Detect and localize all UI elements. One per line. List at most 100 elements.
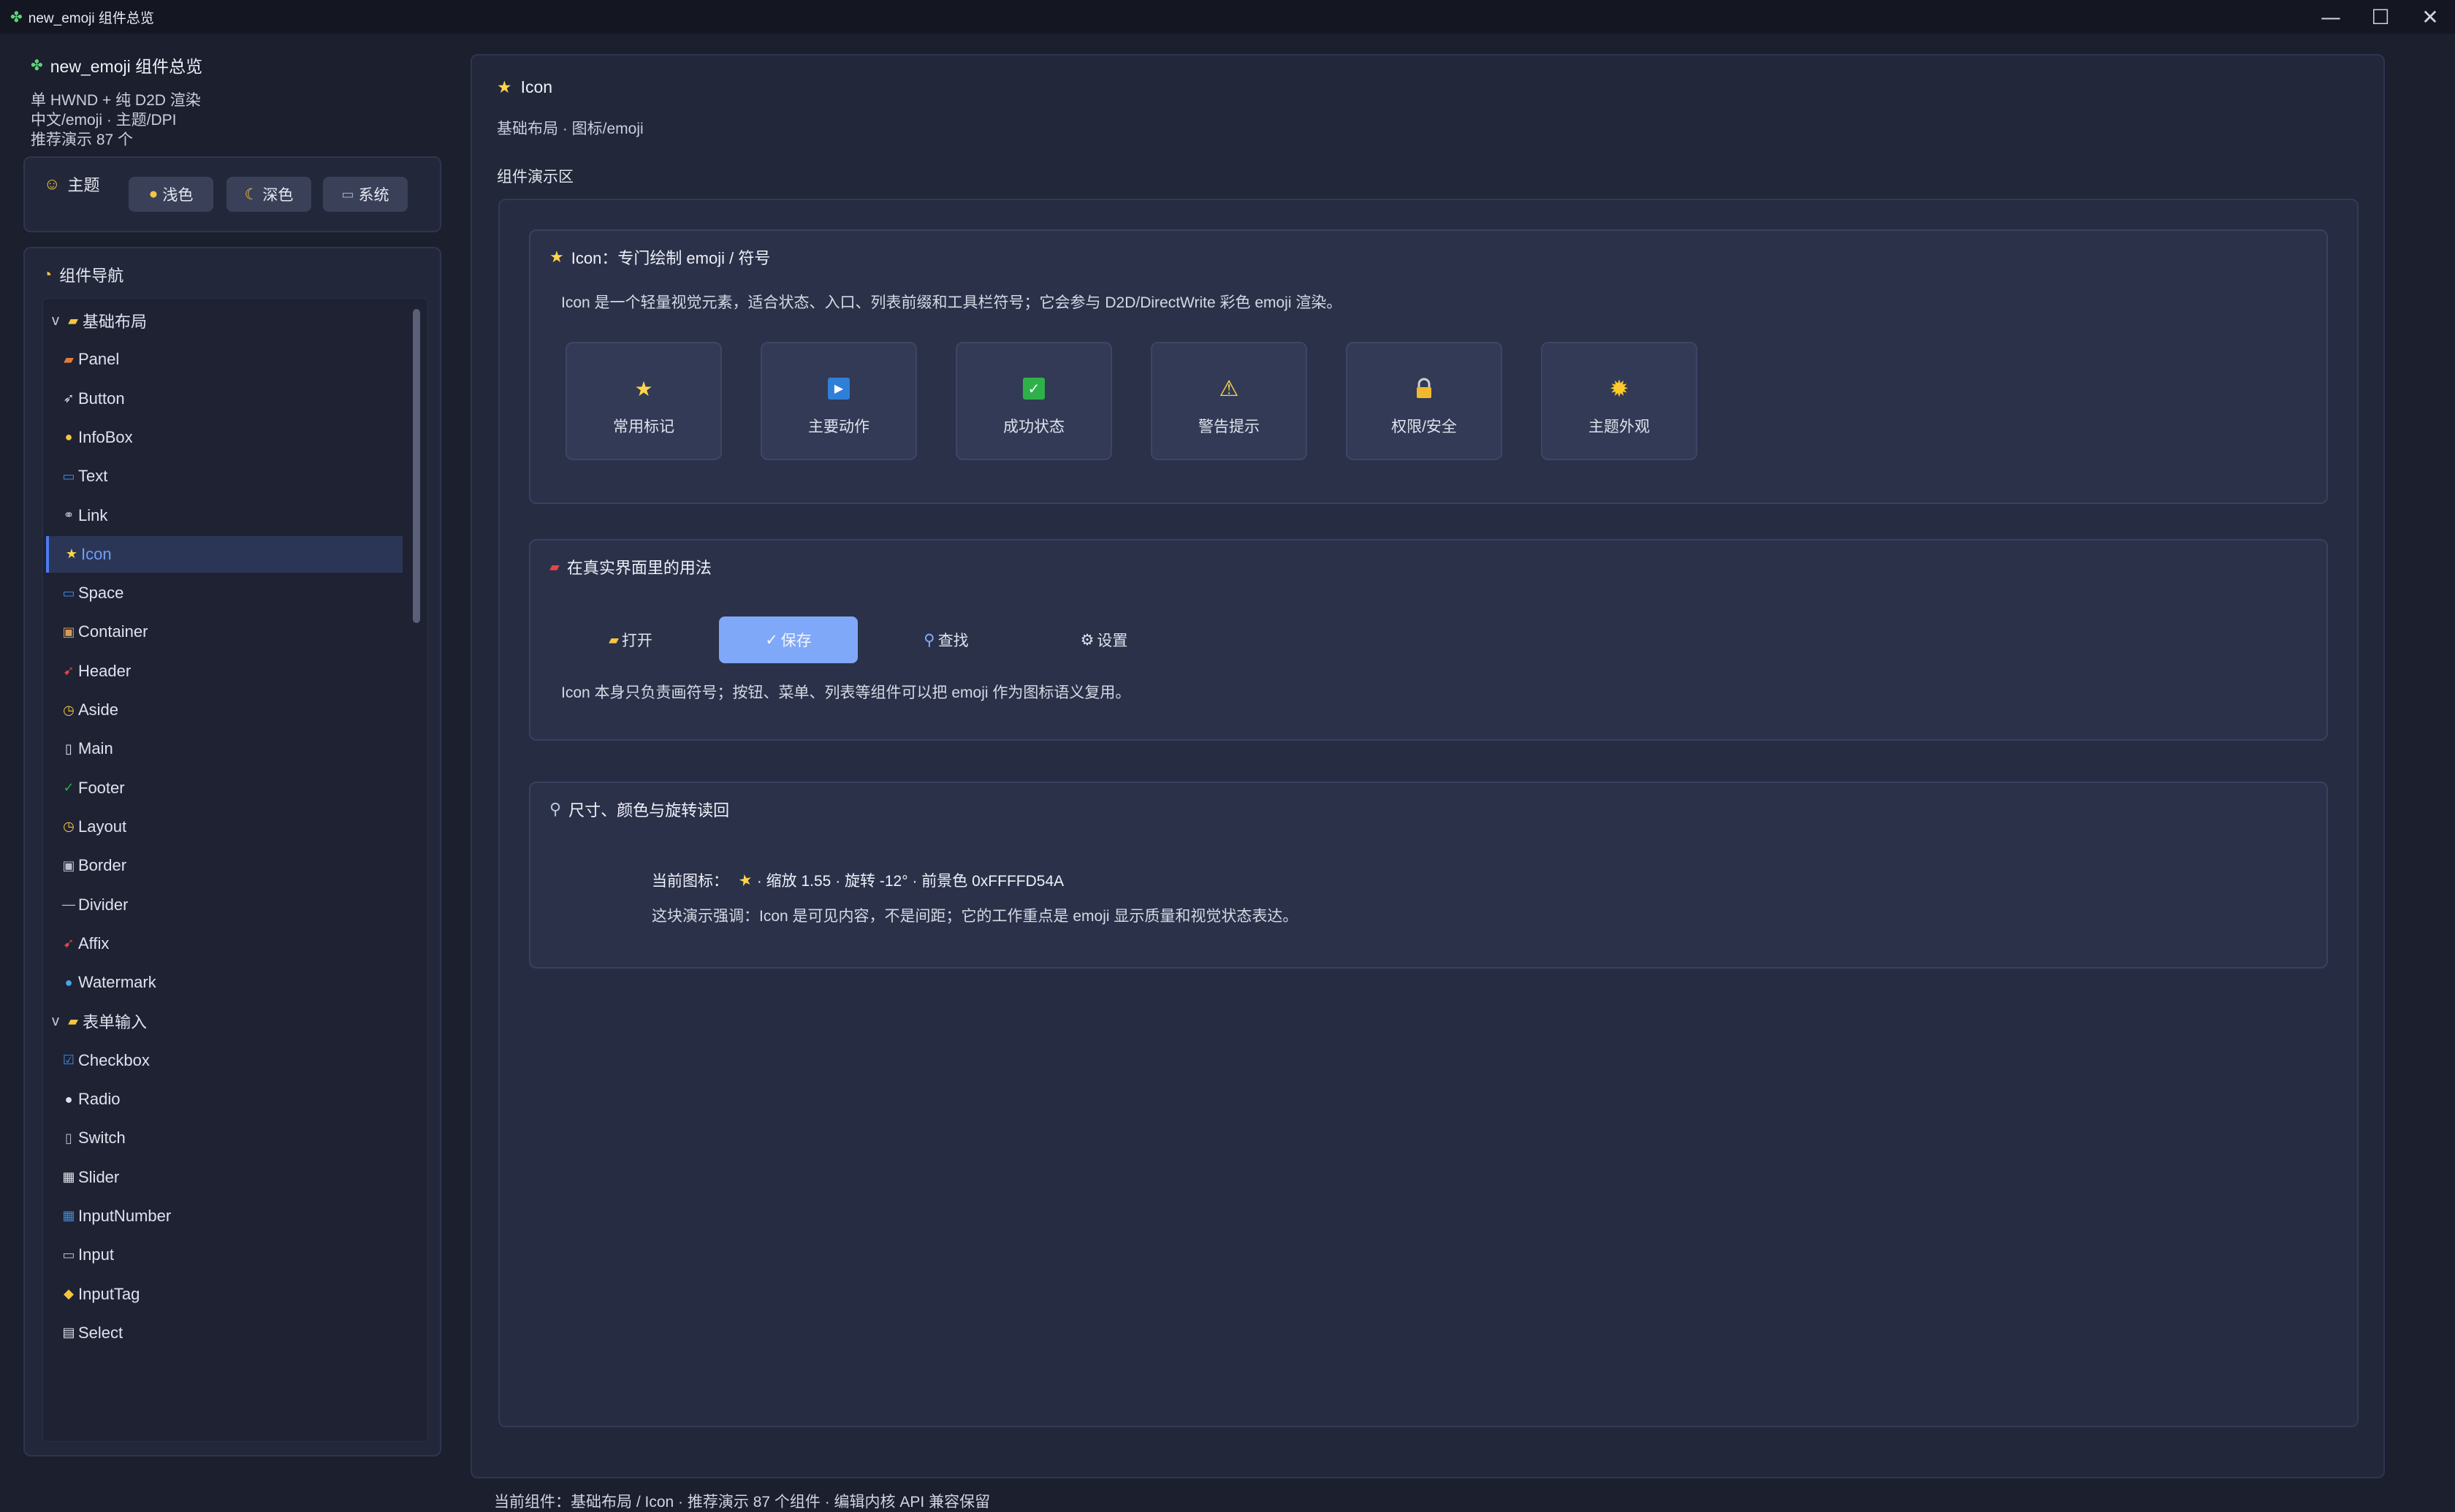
tile-label: 主要动作 — [808, 419, 869, 435]
nav-group[interactable]: v ▰ 表单输入 — [46, 1003, 403, 1039]
nav-item-link[interactable]: ⚭ Link — [46, 497, 403, 534]
nav-item-label: Divider — [78, 895, 129, 914]
search-icon: ⚲ — [924, 631, 935, 649]
theme-button-label: 深色 — [262, 187, 294, 204]
scrollbar-thumb[interactable] — [413, 309, 420, 623]
tile-warning[interactable]: ⚠ 警告提示 — [1151, 342, 1307, 460]
folder-icon: ▰ — [68, 313, 78, 328]
theme-label: ☺ 主题 — [44, 172, 99, 196]
nav-item-switch[interactable]: ▯ Switch — [46, 1120, 403, 1156]
theme-dark-button[interactable]: ☾ 深色 — [227, 177, 311, 212]
radio-icon: ● — [64, 1091, 73, 1107]
breadcrumb: 基础布局 · 图标/emoji — [497, 121, 644, 137]
nav-item-icon[interactable]: ★ Icon — [46, 535, 403, 573]
nav-item-label: Panel — [78, 350, 120, 369]
save-button[interactable]: ✓ 保存 — [719, 616, 858, 663]
tile-label: 警告提示 — [1198, 419, 1260, 435]
card-title-text: 在真实界面里的用法 — [566, 559, 712, 577]
window-controls: — ☐ ✕ — [2306, 0, 2455, 34]
nav-item-label: Footer — [78, 778, 125, 797]
play-icon: ▶ — [828, 374, 850, 403]
nav-item-label: Radio — [78, 1090, 121, 1108]
card-title: ★ Icon：专门绘制 emoji / 符号 — [549, 245, 770, 269]
find-button[interactable]: ⚲ 查找 — [877, 616, 1016, 663]
close-button[interactable]: ✕ — [2405, 0, 2455, 34]
nav-item-space[interactable]: ▭ Space — [46, 575, 403, 611]
nav-panel: ◔ 组件导航 v ▰ 基础布局 ▰ Panel ➶ Button ● InfoBox ▭ Text ⚭… — [23, 247, 441, 1456]
checkbox-icon: ☑ — [62, 1053, 75, 1068]
theme-light-button[interactable]: ● 浅色 — [129, 177, 213, 212]
nav-item-button[interactable]: ➶ Button — [46, 381, 403, 417]
nav-item-footer[interactable]: ✓ Footer — [46, 770, 403, 806]
nav-item-input[interactable]: ▭ Input — [46, 1237, 403, 1273]
nav-item-layout[interactable]: ◷ Layout — [46, 809, 403, 845]
switch-icon: ▯ — [65, 1130, 72, 1145]
chevron-down-icon: v — [52, 312, 59, 329]
card-note: 这块演示强调：Icon 是可见内容，不是间距；它的工作重点是 emoji 显示质… — [652, 908, 1298, 925]
nav-item-slider[interactable]: ▦ Slider — [46, 1159, 403, 1196]
chevron-down-icon: v — [52, 1012, 59, 1029]
text-icon: ▭ — [62, 468, 75, 484]
meta-line: 单 HWND + 纯 D2D 渲染 — [31, 92, 201, 109]
nav-group[interactable]: v ▰ 基础布局 — [46, 302, 403, 339]
nav-item-container[interactable]: ▣ Container — [46, 614, 403, 650]
nav-item-infobox[interactable]: ● InfoBox — [46, 419, 403, 456]
nav-item-inputtag[interactable]: ◆ InputTag — [46, 1276, 403, 1313]
check-icon: ✓ — [1023, 374, 1045, 403]
nav-item-header[interactable]: ➹ Header — [46, 653, 403, 690]
tile-label: 成功状态 — [1003, 419, 1065, 435]
nav-item-border[interactable]: ▣ Border — [46, 847, 403, 884]
tile-label: 权限/安全 — [1391, 419, 1457, 435]
minimize-button[interactable]: — — [2306, 0, 2356, 34]
toolbox-icon: ▰ — [549, 559, 560, 574]
doc-icon: ▯ — [65, 741, 72, 756]
tile-success-state[interactable]: ✓ 成功状态 — [956, 342, 1112, 460]
clipboard-icon: ▤ — [62, 1325, 75, 1340]
nav-item-divider[interactable]: — Divider — [46, 887, 403, 923]
nav-item-panel[interactable]: ▰ Panel — [46, 341, 403, 378]
nav-item-text[interactable]: ▭ Text — [46, 458, 403, 495]
nav-item-inputnumber[interactable]: ▦ InputNumber — [46, 1198, 403, 1234]
nav-list[interactable]: v ▰ 基础布局 ▰ Panel ➶ Button ● InfoBox ▭ Text ⚭ Link ★ Ic… — [42, 298, 428, 1442]
divider-icon: — — [62, 897, 75, 912]
button-label: 打开 — [621, 633, 652, 649]
slider-icon: ▦ — [62, 1169, 75, 1185]
settings-button[interactable]: ⚙ 设置 — [1035, 616, 1173, 663]
theme-button-label: 系统 — [358, 187, 389, 204]
nav-item-affix[interactable]: ➹ Affix — [46, 925, 403, 962]
nav-item-label: 基础布局 — [83, 313, 148, 331]
magnifier-icon: ⚲ — [549, 800, 562, 818]
meta-info: 单 HWND + 纯 D2D 渲染 中文/emoji · 主题/DPI 推荐演示… — [31, 91, 201, 150]
theme-system-button[interactable]: ▭ 系统 — [323, 177, 408, 212]
nav-item-checkbox[interactable]: ☑ Checkbox — [46, 1042, 403, 1079]
nav-item-watermark[interactable]: ● Watermark — [46, 964, 403, 1001]
nav-item-radio[interactable]: ● Radio — [46, 1081, 403, 1118]
laptop-icon: ▭ — [341, 186, 354, 202]
app-name: ✤ new_emoji 组件总览 — [31, 53, 440, 77]
link-icon: ⚭ — [63, 508, 75, 522]
tile-security[interactable]: 权限/安全 — [1346, 342, 1502, 460]
tile-primary-action[interactable]: ▶ 主要动作 — [761, 342, 917, 460]
nav-item-select[interactable]: ▤ Select — [46, 1315, 403, 1351]
number-icon: ▦ — [62, 1208, 75, 1223]
nav-item-label: Switch — [78, 1129, 126, 1148]
puzzle-icon: ✤ — [10, 9, 23, 26]
nav-item-label: Slider — [78, 1167, 120, 1186]
nav-item-label: Button — [78, 389, 125, 408]
icon-intro-card: ★ Icon：专门绘制 emoji / 符号 Icon 是一个轻量视觉元素，适合… — [529, 229, 2328, 504]
tile-common-mark[interactable]: ★ 常用标记 — [566, 342, 722, 460]
bulb-icon: ● — [64, 429, 73, 445]
tile-theme-appearance[interactable]: ✹ 主题外观 — [1541, 342, 1697, 460]
sun-icon: ● — [148, 186, 159, 202]
palette-icon: ☺ — [44, 175, 61, 193]
rocket-icon: ➶ — [63, 391, 75, 406]
space-icon: ▭ — [62, 585, 75, 600]
nav-item-label: 表单输入 — [83, 1013, 148, 1032]
maximize-button[interactable]: ☐ — [2356, 0, 2405, 34]
nav-item-label: Border — [78, 856, 127, 875]
open-button[interactable]: ▰ 打开 — [561, 616, 700, 663]
nav-item-aside[interactable]: ◷ Aside — [46, 692, 403, 728]
nav-item-label: Watermark — [78, 973, 156, 992]
nav-item-main[interactable]: ▯ Main — [46, 730, 403, 767]
card-description: Icon 是一个轻量视觉元素，适合状态、入口、列表前缀和工具栏符号；它会参与 D… — [561, 294, 1342, 311]
